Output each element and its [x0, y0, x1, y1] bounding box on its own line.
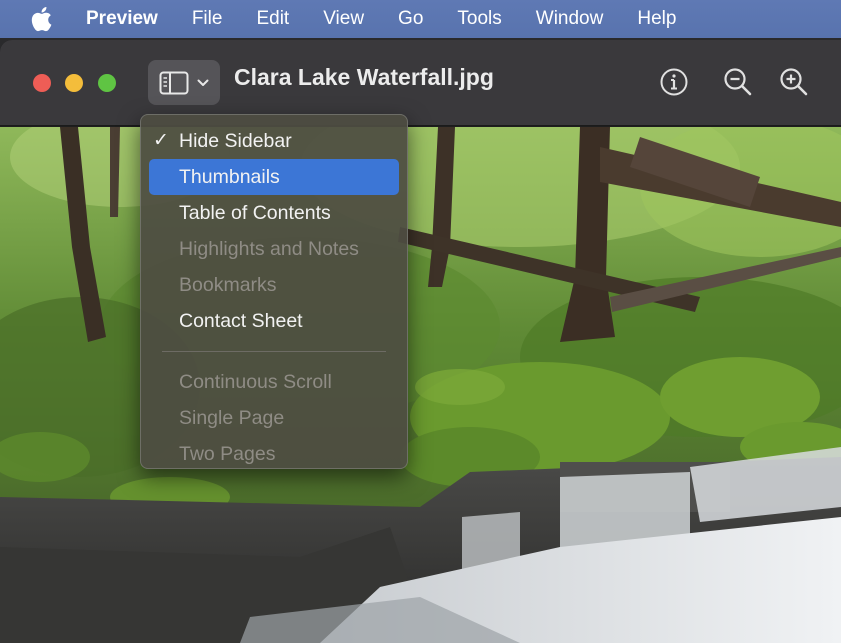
menu-item-bookmarks: Bookmarks [149, 267, 399, 303]
menu-bar: Preview File Edit View Go Tools Window H… [0, 0, 841, 38]
apple-logo-icon[interactable] [30, 4, 60, 34]
menu-item-label: Two Pages [179, 443, 276, 465]
menu-item-label: Hide Sidebar [179, 130, 292, 152]
menu-go[interactable]: Go [381, 0, 440, 38]
preview-window: Clara Lake Waterfall.jpg [0, 40, 841, 643]
sidebar-icon [159, 71, 189, 94]
menu-item-label: Contact Sheet [179, 310, 303, 332]
menu-item-label: Bookmarks [179, 274, 277, 296]
menu-item-label: Single Page [179, 407, 285, 429]
menu-item-label: Table of Contents [179, 202, 331, 224]
sidebar-view-menu: ✓ Hide Sidebar Thumbnails Table of Conte… [140, 114, 408, 469]
title-bar: Clara Lake Waterfall.jpg [0, 40, 841, 126]
maximize-button[interactable] [98, 74, 116, 92]
menu-item-two-pages: Two Pages [149, 436, 399, 472]
menu-item-label: Highlights and Notes [179, 238, 359, 260]
chevron-down-icon [197, 79, 209, 86]
menu-separator [162, 351, 386, 352]
menu-file[interactable]: File [175, 0, 240, 38]
menu-item-table-of-contents[interactable]: Table of Contents [149, 195, 399, 231]
checkmark-icon: ✓ [153, 130, 169, 151]
sidebar-toggle-button[interactable] [148, 60, 220, 105]
info-icon[interactable] [658, 66, 690, 98]
window-title: Clara Lake Waterfall.jpg [234, 64, 494, 90]
zoom-in-icon[interactable] [778, 66, 810, 98]
menu-preview[interactable]: Preview [84, 0, 175, 38]
zoom-out-icon[interactable] [722, 66, 754, 98]
menu-item-continuous-scroll: Continuous Scroll [149, 364, 399, 400]
menu-item-label: Thumbnails [179, 166, 280, 188]
menu-item-thumbnails[interactable]: Thumbnails [149, 159, 399, 195]
menu-view[interactable]: View [306, 0, 381, 38]
close-button[interactable] [33, 74, 51, 92]
menu-window[interactable]: Window [519, 0, 621, 38]
document-image [0, 127, 841, 643]
menu-item-hide-sidebar[interactable]: ✓ Hide Sidebar [149, 123, 399, 159]
minimize-button[interactable] [65, 74, 83, 92]
menu-item-label: Continuous Scroll [179, 371, 332, 393]
menu-tools[interactable]: Tools [440, 0, 518, 38]
menu-item-single-page: Single Page [149, 400, 399, 436]
menu-item-highlights-and-notes: Highlights and Notes [149, 231, 399, 267]
menu-item-contact-sheet[interactable]: Contact Sheet [149, 303, 399, 339]
menu-edit[interactable]: Edit [239, 0, 306, 38]
menu-help[interactable]: Help [620, 0, 693, 38]
